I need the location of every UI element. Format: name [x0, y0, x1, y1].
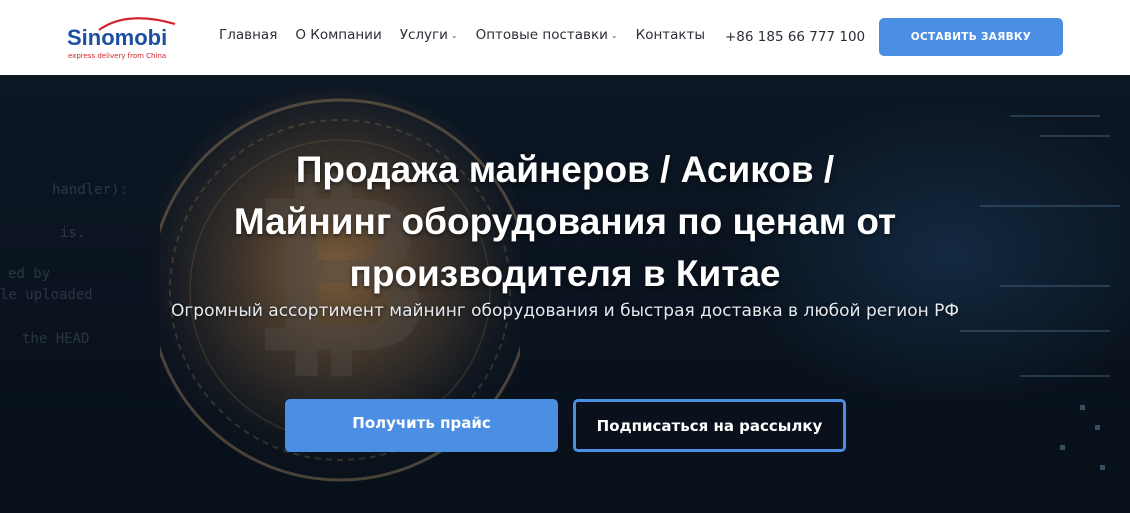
subscribe-button[interactable]: Подписаться на рассылку — [573, 399, 846, 452]
nav-item-services[interactable]: Услуги ⌄ — [400, 27, 458, 43]
chevron-down-icon: ⌄ — [450, 30, 458, 40]
hero-title: Продажа майнеров / Асиков / Майнинг обор… — [140, 144, 990, 300]
nav-item-label: Контакты — [635, 27, 706, 43]
phone-link[interactable]: +86 185 66 777 100 — [725, 29, 865, 45]
nav-item-label: О Компании — [295, 27, 382, 43]
logo[interactable]: Sinomobi express delivery from China — [67, 14, 182, 64]
hero-section: handler): is. ed by le uploaded the HEAD… — [0, 75, 1130, 513]
get-price-button[interactable]: Получить прайс — [285, 399, 558, 452]
hero-title-line: производителя в Китае — [349, 253, 781, 294]
nav-item-wholesale[interactable]: Оптовые поставки ⌄ — [476, 27, 618, 43]
logo-text: Sinomobi — [67, 25, 168, 50]
nav-item-contacts[interactable]: Контакты — [636, 27, 705, 43]
hero-title-line: Продажа майнеров / Асиков / — [295, 149, 835, 190]
nav-item-label: Оптовые поставки — [475, 27, 608, 43]
nav-item-about[interactable]: О Компании — [295, 27, 381, 43]
nav-item-label: Услуги — [399, 27, 448, 43]
hero-title-line: Майнинг оборудования по ценам от — [233, 201, 897, 242]
chevron-down-icon: ⌄ — [610, 30, 618, 40]
nav-item-home[interactable]: Главная — [219, 27, 277, 43]
logo-tagline: express delivery from China — [68, 52, 167, 60]
site-header: Sinomobi express delivery from China Гла… — [0, 0, 1130, 75]
main-nav: Главная О Компании Услуги ⌄ Оптовые пост… — [219, 27, 723, 43]
nav-item-label: Главная — [219, 27, 278, 43]
hero-subtitle: Огромный ассортимент майнинг оборудовани… — [170, 301, 960, 321]
leave-request-button[interactable]: ОСТАВИТЬ ЗАЯВКУ — [879, 18, 1063, 56]
